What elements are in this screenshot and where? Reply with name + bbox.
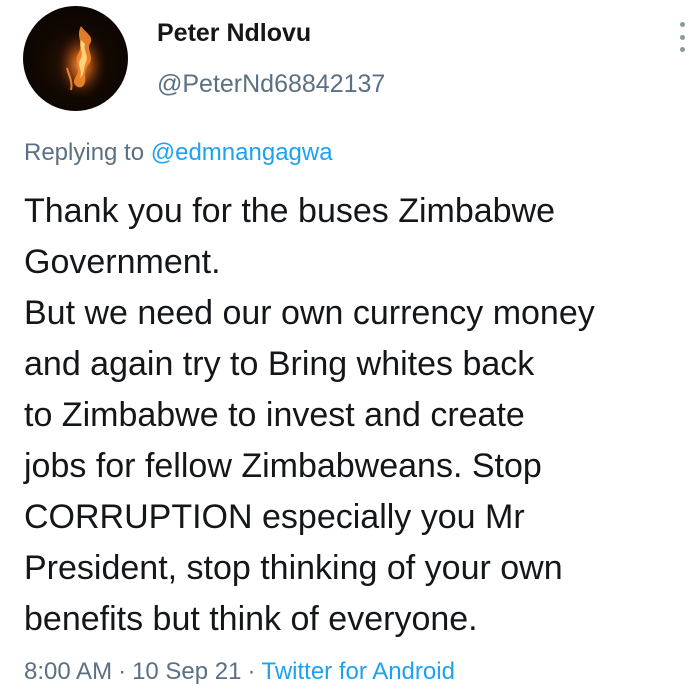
more-dot [679,22,685,27]
tweet-card: Peter Ndlovu @PeterNd68842137 Replying t… [0,0,697,700]
tweet-text: Thank you for the buses Zimbabwe Governm… [24,186,694,645]
tweet-text-line: President, stop thinking of your own [24,549,563,587]
tweet-text-line: But we need our own currency money [24,294,595,332]
more-dot [679,34,685,40]
tweet-text-line: Thank you for the buses Zimbabwe [24,192,556,230]
tweet-meta: 8:00 AM · 10 Sep 21 · Twitter for Android [24,658,455,686]
tweet-date[interactable]: 10 Sep 21 [132,658,241,685]
tweet-source-link[interactable]: Twitter for Android [262,658,455,685]
more-vertical-icon[interactable] [675,22,689,52]
mention-link[interactable]: @edmnangagwa [151,139,333,166]
author-handle[interactable]: @PeterNd68842137 [157,70,385,99]
tweet-text-line: to Zimbabwe to invest and create [24,396,525,434]
tweet-text-line: and again try to Bring whites back [24,345,535,383]
tweet-time[interactable]: 8:00 AM [24,658,112,685]
tweet-text-line: benefits but think of everyone. [24,600,478,638]
author-display-name[interactable]: Peter Ndlovu [157,19,311,48]
replying-to: Replying to @edmnangagwa [24,139,333,167]
tweet-text-line: CORRUPTION especially you Mr [24,498,525,536]
tweet-text-line: Government. [24,243,221,281]
meta-separator: · [118,658,127,685]
more-dot [679,47,685,52]
tweet-text-line: jobs for fellow Zimbabweans. Stop [24,447,542,485]
meta-separator: · [247,658,256,685]
avatar[interactable] [23,6,128,111]
replying-label: Replying to [24,139,145,166]
flame-icon [55,25,107,97]
